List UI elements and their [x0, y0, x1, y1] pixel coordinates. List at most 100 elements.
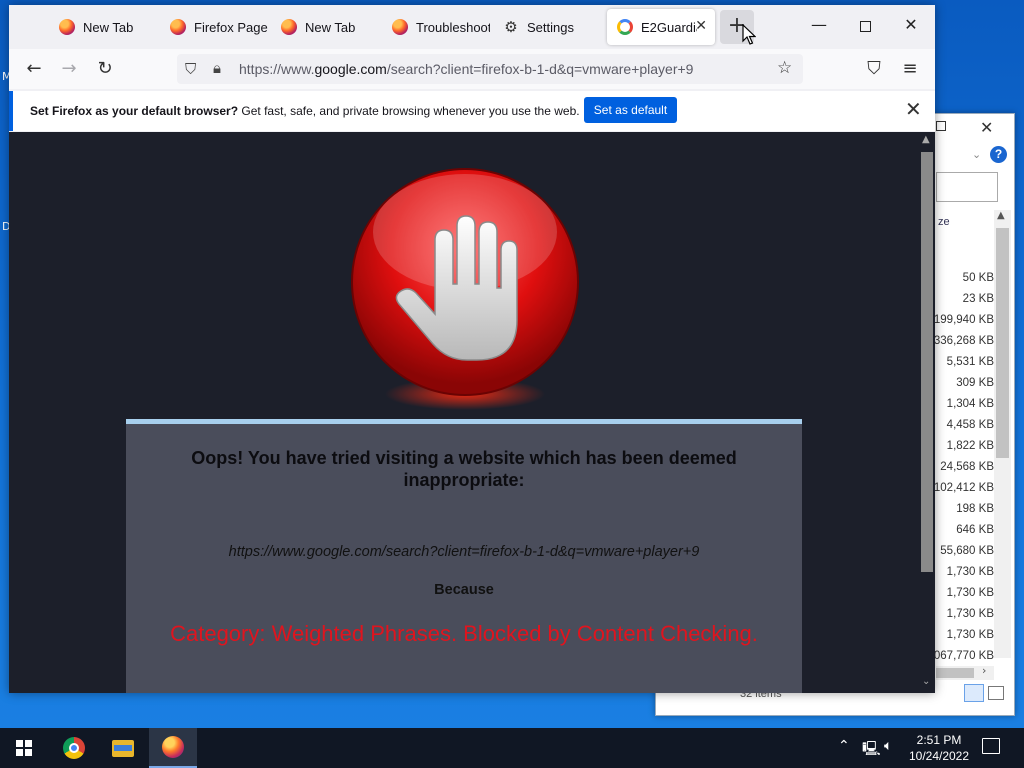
page-scrollbar[interactable]: ▲ ⌄	[919, 132, 935, 693]
scroll-down-icon[interactable]: ⌄	[922, 676, 930, 687]
file-size-cell[interactable]: 102,412 KB	[928, 478, 994, 499]
tab-label: New Tab	[305, 19, 356, 35]
address-bar[interactable]: ⛉ 🔒︎ https://www.google.com/search?clien…	[177, 54, 803, 84]
gear-icon: ⚙	[504, 18, 518, 36]
bookmark-star-icon[interactable]: ☆	[777, 58, 792, 78]
url-text[interactable]: https://www.google.com/search?client=fir…	[239, 61, 693, 77]
set-as-default-button[interactable]: Set as default	[584, 97, 677, 123]
tab-new-tab[interactable]: New Tab	[271, 9, 379, 45]
close-icon[interactable]: ✕	[980, 118, 993, 137]
firefox-icon	[392, 19, 408, 35]
scrollbar-thumb[interactable]	[996, 228, 1009, 458]
chrome-icon	[63, 737, 85, 759]
file-size-cell[interactable]: 199,940 KB	[928, 310, 994, 331]
maximize-icon	[859, 21, 871, 32]
stop-hand-icon	[351, 168, 579, 410]
chevron-down-icon[interactable]: ⌄	[972, 148, 981, 161]
vertical-scrollbar[interactable]: ▲	[994, 210, 1011, 658]
file-size-cell[interactable]: 1,730 KB	[928, 604, 994, 625]
close-tab-icon[interactable]: ✕	[695, 18, 707, 34]
windows-logo-icon	[16, 740, 32, 756]
volume-icon[interactable]: 🔈︎	[884, 738, 892, 754]
page-content: Oops! You have tried visiting a website …	[9, 132, 935, 693]
scrollbar-thumb[interactable]	[921, 152, 933, 572]
taskbar: ⌃ 🖳︎ 🔈︎ 2:51 PM 10/24/2022	[0, 728, 1024, 768]
tab-e2guardian[interactable]: E2Guardia ✕	[607, 9, 715, 45]
firefox-icon	[170, 19, 186, 35]
file-size-cell[interactable]: 50 KB	[928, 268, 994, 289]
file-size-list: 50 KB 23 KB 199,940 KB 336,268 KB 5,531 KB 30…	[928, 268, 994, 667]
firefox-window: New Tab Firefox Page New Tab Troubleshoo…	[9, 5, 935, 693]
size-column-header[interactable]: ze	[938, 216, 950, 228]
blocked-url: https://www.google.com/search?client=fir…	[228, 544, 700, 560]
tab-label: Firefox Page	[194, 19, 268, 35]
help-icon[interactable]: ?	[990, 146, 1007, 163]
notification-center-icon[interactable]	[982, 738, 1000, 754]
show-hidden-icons-icon[interactable]: ⌃	[838, 738, 850, 754]
tab-strip: New Tab Firefox Page New Tab Troubleshoo…	[9, 5, 935, 49]
lock-icon[interactable]: 🔒︎	[213, 59, 221, 77]
scroll-up-icon[interactable]: ▲	[997, 210, 1005, 221]
file-size-cell[interactable]: 336,268 KB	[928, 331, 994, 352]
file-size-cell[interactable]: 309 KB	[928, 373, 994, 394]
navigation-toolbar: ← → ↻ ⛉ 🔒︎ https://www.google.com/search…	[9, 49, 935, 89]
taskbar-firefox[interactable]	[149, 728, 197, 768]
file-explorer-icon	[112, 739, 134, 757]
taskbar-file-explorer[interactable]	[99, 728, 147, 768]
file-size-cell[interactable]: 1,730 KB	[928, 583, 994, 604]
clock-date: 10/24/2022	[908, 749, 970, 763]
file-size-cell[interactable]: 5,531 KB	[928, 352, 994, 373]
back-button[interactable]: ←	[21, 57, 47, 81]
file-size-cell[interactable]: 23 KB	[928, 289, 994, 310]
firefox-icon	[281, 19, 297, 35]
reload-button[interactable]: ↻	[92, 57, 118, 81]
block-heading: Oops! You have tried visiting a website …	[191, 448, 737, 490]
maximize-button[interactable]	[845, 15, 885, 39]
file-size-cell[interactable]: 198 KB	[928, 499, 994, 520]
menu-hamburger-icon[interactable]: ≡	[897, 57, 923, 81]
tab-label: Troubleshoot	[416, 19, 490, 35]
details-view-icon[interactable]	[964, 684, 984, 702]
tab-new-tab[interactable]: New Tab	[49, 9, 157, 45]
tab-label: New Tab	[83, 19, 134, 35]
search-input[interactable]	[936, 172, 998, 202]
network-icon[interactable]: 🖳︎	[862, 738, 881, 762]
large-icons-view-icon[interactable]	[988, 686, 1004, 700]
minimize-button[interactable]: —	[799, 15, 839, 39]
tracking-protection-shield-icon[interactable]: ⛉	[185, 60, 196, 78]
taskbar-chrome[interactable]	[50, 728, 98, 768]
maximize-icon[interactable]	[936, 121, 946, 131]
tab-settings[interactable]: ⚙ Settings	[493, 9, 601, 45]
default-browser-notification: Set Firefox as your default browser? Get…	[9, 91, 935, 131]
close-notification-icon[interactable]: ✕	[905, 97, 922, 121]
file-size-cell[interactable]: 1,730 KB	[928, 562, 994, 583]
clock-time: 2:51 PM	[916, 733, 962, 747]
firefox-icon	[59, 19, 75, 35]
file-size-cell[interactable]: 1,822 KB	[928, 436, 994, 457]
file-size-cell[interactable]: 55,680 KB	[928, 541, 994, 562]
scroll-up-icon[interactable]: ▲	[922, 134, 930, 145]
google-icon	[617, 19, 633, 35]
start-button[interactable]	[0, 728, 48, 768]
close-window-button[interactable]: ✕	[891, 15, 931, 39]
notification-message: Set Firefox as your default browser? Get…	[30, 104, 580, 118]
block-category-reason: Category: Weighted Phrases. Blocked by C…	[170, 621, 758, 646]
file-size-cell[interactable]: 646 KB	[928, 520, 994, 541]
tab-troubleshoot[interactable]: Troubleshoot	[382, 9, 490, 45]
firefox-icon	[162, 736, 184, 758]
tab-label: E2Guardia	[641, 19, 697, 35]
scrollbar-thumb[interactable]	[936, 668, 974, 678]
tab-firefox-page[interactable]: Firefox Page	[160, 9, 268, 45]
file-size-cell[interactable]: 1,304 KB	[928, 394, 994, 415]
file-size-cell[interactable]: 24,568 KB	[928, 457, 994, 478]
file-size-cell[interactable]: 4,458 KB	[928, 415, 994, 436]
clock[interactable]: 2:51 PM 10/24/2022	[904, 732, 974, 764]
scroll-right-icon[interactable]: ›	[982, 664, 986, 677]
horizontal-scrollbar[interactable]: ›	[936, 664, 994, 680]
pocket-icon[interactable]: ⛉	[861, 57, 887, 81]
mouse-cursor-icon	[742, 24, 756, 45]
block-message-panel: Oops! You have tried visiting a website …	[126, 419, 802, 693]
file-size-cell[interactable]: 1,730 KB	[928, 625, 994, 646]
forward-button[interactable]: →	[56, 57, 82, 81]
tab-label: Settings	[527, 19, 574, 35]
